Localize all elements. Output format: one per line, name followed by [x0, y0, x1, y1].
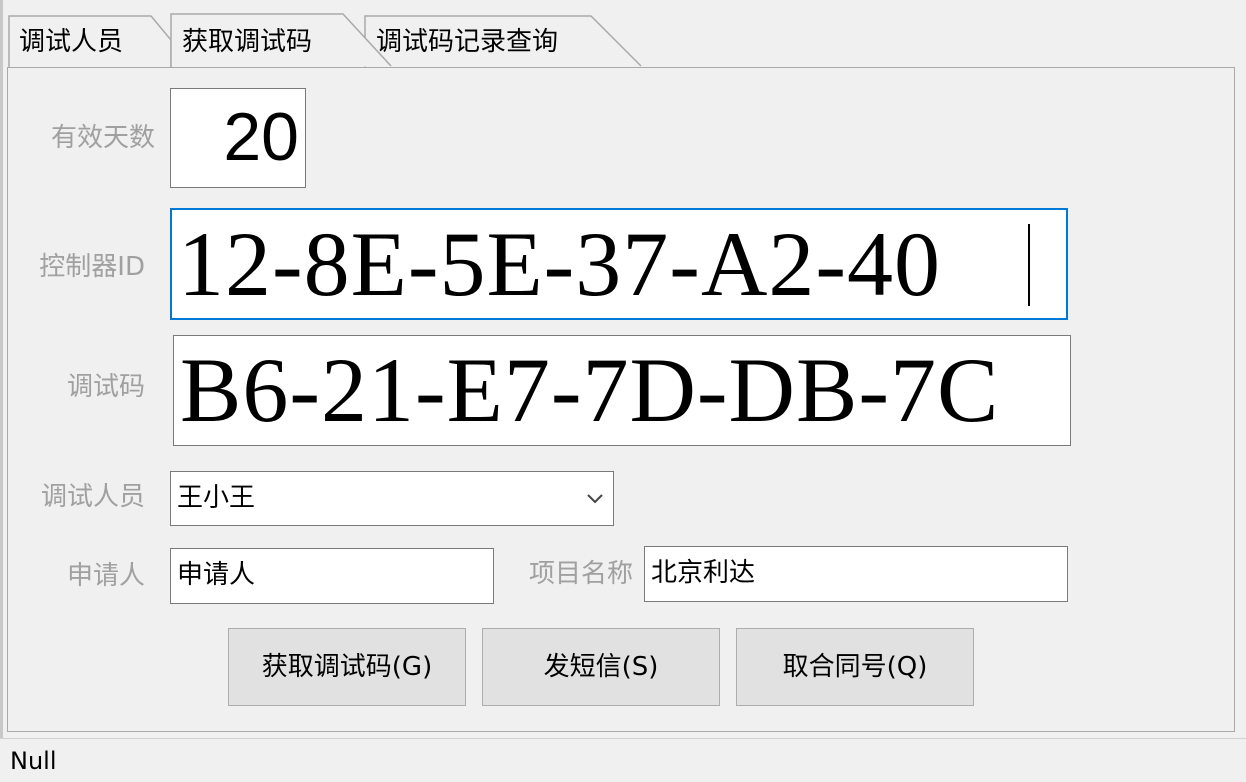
applicant-value: 申请人	[177, 560, 256, 590]
window-left-edge	[0, 0, 3, 782]
project-name-label: 项目名称	[528, 559, 633, 589]
valid-days-label: 有效天数	[50, 123, 155, 153]
applicant-label: 申请人	[66, 561, 145, 591]
get-debug-code-button[interactable]: 获取调试码(G)	[228, 628, 466, 706]
tab-debug-personnel[interactable]: 调试人员	[19, 24, 123, 60]
chevron-down-icon[interactable]	[585, 488, 605, 508]
valid-days-value: 20	[223, 99, 299, 175]
tab-debug-code-records[interactable]: 调试码记录查询	[376, 24, 558, 60]
send-sms-button[interactable]: 发短信(S)	[482, 628, 720, 706]
controller-id-value: 12-8E-5E-37-A2-40	[178, 213, 942, 315]
debug-code-value: B6-21-E7-7D-DB-7C	[180, 339, 1000, 441]
debug-code-output[interactable]: B6-21-E7-7D-DB-7C	[173, 335, 1071, 446]
tab-strip: 调试人员 获取调试码 调试码记录查询	[5, 0, 665, 70]
debugger-label: 调试人员	[40, 482, 145, 512]
controller-id-input[interactable]: 12-8E-5E-37-A2-40	[170, 208, 1068, 320]
text-caret	[1028, 224, 1030, 306]
applicant-input[interactable]: 申请人	[170, 548, 494, 604]
project-name-value: 北京利达	[651, 558, 756, 588]
debugger-select[interactable]: 王小王	[170, 471, 614, 526]
tab-get-debug-code[interactable]: 获取调试码	[182, 24, 312, 60]
debugger-selected-value: 王小王	[177, 483, 256, 513]
status-bar: Null	[0, 738, 1246, 782]
debug-code-label: 调试码	[66, 372, 145, 402]
project-name-input[interactable]: 北京利达	[644, 546, 1068, 602]
controller-id-label: 控制器ID	[39, 252, 145, 282]
valid-days-input[interactable]: 20	[170, 88, 306, 188]
get-contract-number-button[interactable]: 取合同号(Q)	[736, 628, 974, 706]
status-text: Null	[10, 747, 57, 775]
